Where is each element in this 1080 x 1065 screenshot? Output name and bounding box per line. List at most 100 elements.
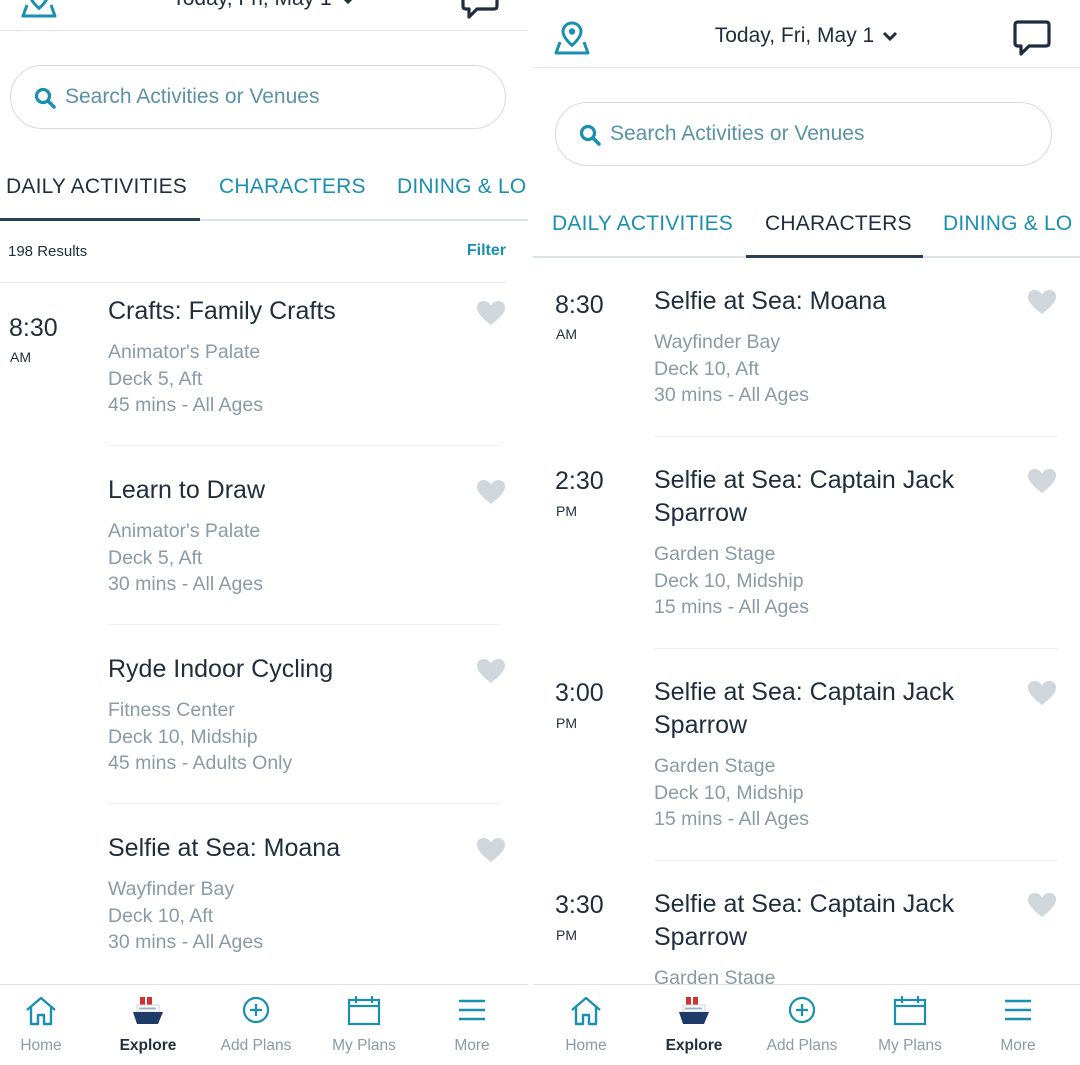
nav-my-plans[interactable]: My Plans (314, 995, 414, 1055)
nav-home[interactable]: Home (536, 995, 636, 1055)
item-ampm: PM (556, 503, 577, 519)
tab-characters[interactable]: CHARACTERS (219, 175, 366, 199)
ship-icon (679, 997, 709, 1024)
search-icon (579, 124, 601, 146)
tab-dining[interactable]: DINING & LO (943, 212, 1072, 236)
nav-home-label: Home (565, 1037, 607, 1054)
item-venue: Garden Stage (654, 543, 776, 565)
item-deck: Deck 5, Aft (108, 367, 203, 390)
nav-more[interactable]: More (422, 995, 522, 1055)
chevron-down-icon (343, 0, 353, 5)
item-deck: Deck 10, Midship (654, 781, 804, 804)
heart-icon[interactable] (1027, 680, 1057, 706)
item-duration: 30 mins - All Ages (654, 384, 809, 406)
heart-icon[interactable] (476, 300, 506, 326)
nav-explore[interactable]: Explore (98, 995, 198, 1055)
panel-content: Today, Fri, May 1 DAILY ACTIVITIES CHARA… (533, 0, 1080, 989)
item-title: Selfie at Sea: Captain Jack Sparrow (654, 466, 955, 527)
search-bar[interactable] (555, 102, 1052, 166)
item-time: 8:30 (9, 314, 58, 342)
characters-panel: Today, Fri, May 1 DAILY ACTIVITIES CHARA… (533, 0, 1080, 1065)
nav-explore[interactable]: Explore (644, 995, 744, 1055)
list-item[interactable]: 3:00 PM Selfie at Sea: Captain Jack Spar… (533, 649, 1080, 861)
item-venue: Fitness Center (108, 699, 235, 721)
heart-icon[interactable] (1027, 468, 1057, 494)
plus-circle-icon (242, 996, 270, 1024)
nav-more[interactable]: More (968, 995, 1068, 1055)
item-venue: Garden Stage (654, 755, 776, 777)
search-icon (34, 87, 56, 109)
list-item[interactable]: Selfie at Sea: Moana Wayfinder Bay Deck … (0, 804, 528, 983)
heart-icon[interactable] (476, 658, 506, 684)
chevron-down-icon (883, 32, 898, 42)
item-deck: Deck 10, Midship (108, 725, 258, 748)
list-item[interactable]: 2:30 PM Selfie at Sea: Captain Jack Spar… (533, 437, 1080, 649)
item-meta: Wayfinder Bay Deck 10, Aft 30 mins - All… (654, 329, 809, 409)
tab-dining[interactable]: DINING & LO (397, 175, 526, 199)
nav-home[interactable]: Home (0, 995, 91, 1055)
item-deck: Deck 10, Aft (654, 357, 760, 380)
home-icon (571, 996, 601, 1026)
nav-my-plans-label: My Plans (878, 1037, 942, 1054)
search-bar[interactable] (10, 65, 506, 129)
search-input[interactable] (610, 117, 1010, 151)
nav-add-plans[interactable]: Add Plans (206, 995, 306, 1055)
nav-my-plans[interactable]: My Plans (860, 995, 960, 1055)
nav-my-plans-label: My Plans (332, 1037, 396, 1054)
nav-add-plans-label: Add Plans (766, 1037, 838, 1054)
item-duration: 15 mins - All Ages (654, 596, 809, 618)
plus-circle-icon (788, 996, 816, 1024)
bottom-nav: Home Explore Add Plans My Plans More (533, 984, 1080, 1065)
hamburger-menu-icon (459, 999, 485, 1021)
item-meta: Wayfinder Bay Deck 10, Aft 30 mins - All… (108, 876, 263, 956)
item-meta: Garden Stage Deck 10, Midship 15 mins - … (654, 541, 809, 621)
date-selector[interactable]: Today, Fri, May 1 (533, 24, 1080, 48)
list-item[interactable]: Learn to Draw Animator's Palate Deck 5, … (0, 446, 528, 625)
item-title: Selfie at Sea: Moana (654, 287, 887, 315)
item-venue: Animator's Palate (108, 520, 261, 542)
heart-icon[interactable] (476, 479, 506, 505)
bottom-nav: Home Explore Add Plans My Plans More (0, 984, 528, 1065)
item-ampm: PM (556, 715, 577, 731)
item-time: 3:30 (555, 891, 604, 919)
list-item[interactable]: 8:30 AM Crafts: Family Crafts Animator's… (0, 283, 528, 446)
date-label: Today, Fri, May 1 (714, 24, 875, 47)
heart-icon[interactable] (1027, 892, 1057, 918)
nav-more-label: More (454, 1037, 490, 1054)
item-title: Selfie at Sea: Moana (108, 834, 341, 862)
search-input[interactable] (65, 80, 465, 114)
item-ampm: AM (556, 326, 577, 342)
top-header: Today, Fri, May 1 (0, 0, 528, 31)
item-duration: 45 mins - Adults Only (108, 752, 293, 774)
item-duration: 15 mins - All Ages (654, 808, 809, 830)
nav-explore-label: Explore (119, 1037, 177, 1054)
heart-icon[interactable] (1027, 289, 1057, 315)
item-meta: Fitness Center Deck 10, Midship 45 mins … (108, 697, 292, 777)
calendar-icon (893, 996, 927, 1026)
tab-daily-activities[interactable]: DAILY ACTIVITIES (552, 212, 733, 236)
chat-bubble-icon[interactable] (460, 0, 500, 21)
item-title: Crafts: Family Crafts (108, 297, 336, 325)
daily-activities-panel: Today, Fri, May 1 DAILY ACTIVITIES CHARA… (0, 0, 528, 1065)
item-venue: Wayfinder Bay (654, 331, 781, 353)
item-title: Learn to Draw (108, 476, 266, 504)
item-venue: Animator's Palate (108, 341, 261, 363)
tab-daily-activities[interactable]: DAILY ACTIVITIES (6, 175, 187, 199)
heart-icon[interactable] (476, 837, 506, 863)
item-deck: Deck 5, Aft (108, 546, 203, 569)
filter-button[interactable]: Filter (467, 242, 506, 260)
panel-content: Today, Fri, May 1 DAILY ACTIVITIES CHARA… (0, 0, 528, 953)
date-selector[interactable]: Today, Fri, May 1 (0, 0, 528, 11)
list-item[interactable]: 8:30 AM Selfie at Sea: Moana Wayfinder B… (533, 258, 1080, 437)
list-item[interactable]: Ryde Indoor Cycling Fitness Center Deck … (0, 625, 528, 804)
home-icon (26, 996, 56, 1026)
nav-add-plans-label: Add Plans (220, 1037, 292, 1054)
chat-bubble-icon[interactable] (1012, 18, 1052, 58)
nav-add-plans[interactable]: Add Plans (752, 995, 852, 1055)
tab-characters[interactable]: CHARACTERS (765, 212, 912, 236)
results-bar: 198 Results Filter (0, 221, 506, 283)
item-deck: Deck 10, Midship (654, 569, 804, 592)
item-time: 3:00 (555, 679, 604, 707)
top-header: Today, Fri, May 1 (533, 0, 1080, 68)
item-time: 8:30 (555, 291, 604, 319)
